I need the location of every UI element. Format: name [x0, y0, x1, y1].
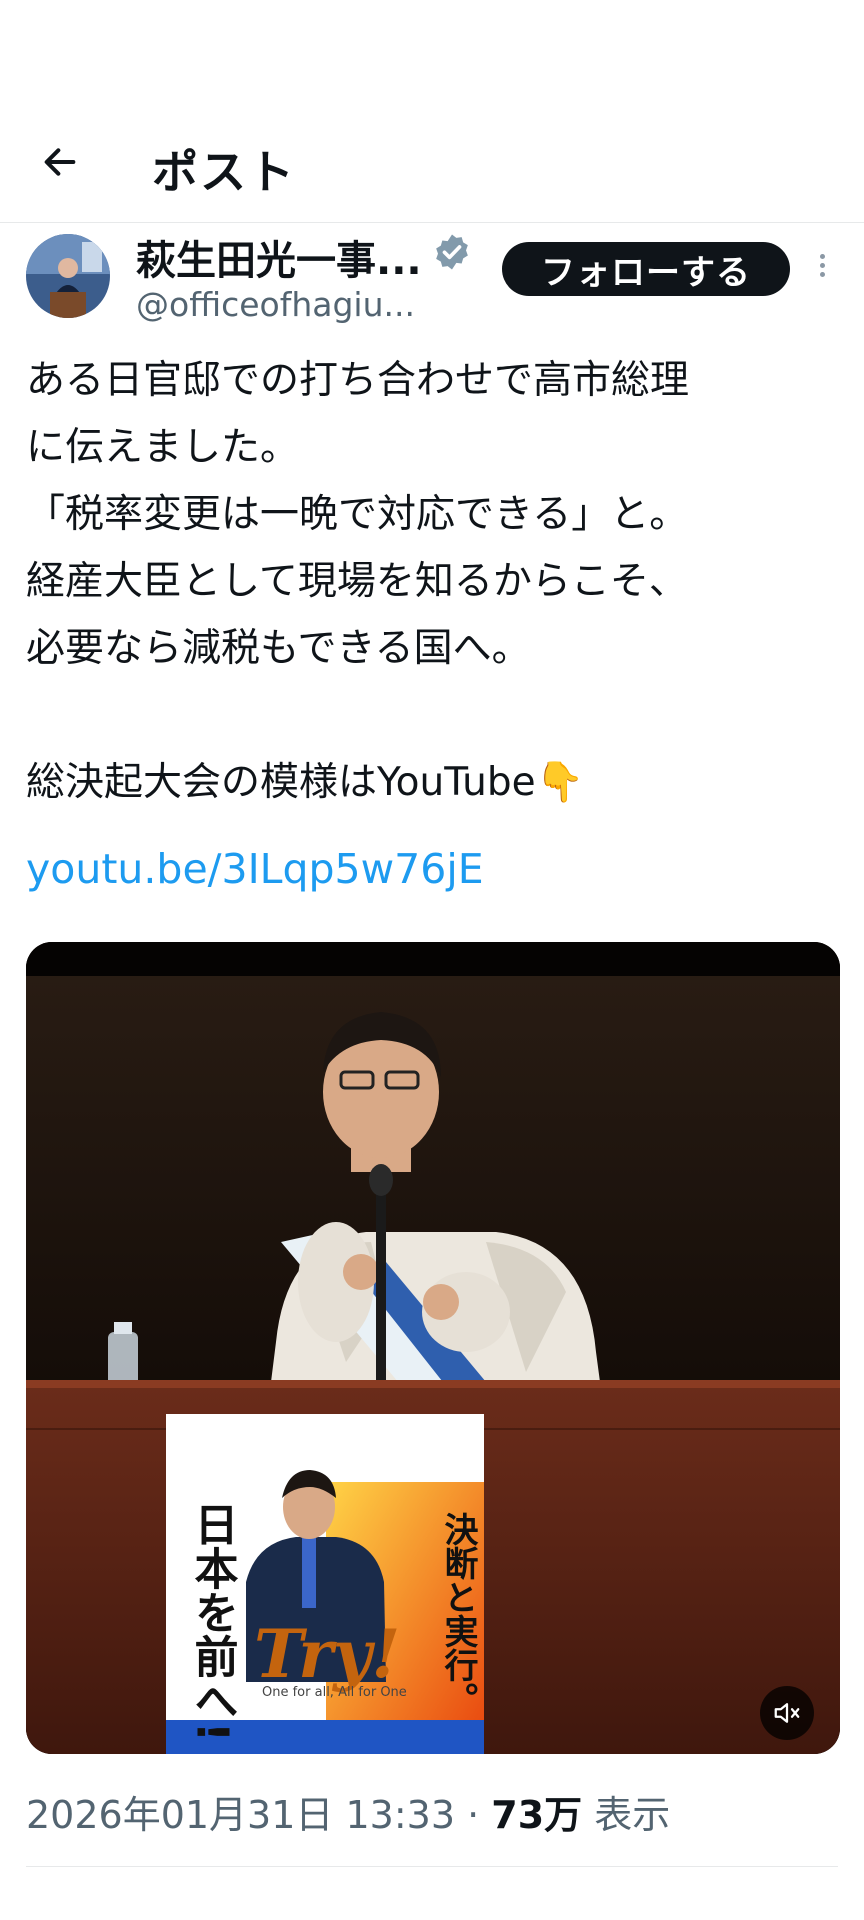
poster-try-text: Try! [254, 1615, 400, 1693]
views-count[interactable]: 73万 [491, 1793, 582, 1837]
post-link[interactable]: youtu.be/3ILqp5w76jE [26, 845, 484, 893]
poster-slogan-left: 日本を前へ! [187, 1502, 239, 1742]
more-vertical-icon [810, 254, 834, 277]
back-button[interactable] [38, 140, 82, 184]
poster-try-sub: One for all, All for One [262, 1685, 407, 1700]
divider [26, 1866, 838, 1867]
meta-separator: · [455, 1793, 492, 1837]
post-text: ある日官邸での打ち合わせで高市総理 に伝えました。 「税率変更は一晩で対応できる… [26, 358, 690, 805]
poster-slogan-right: 決断と実行。 [438, 1512, 478, 1716]
more-options-button[interactable] [810, 250, 834, 290]
post-video[interactable]: 日本を前へ! 決断と実行。 Try! One for all, All for … [26, 942, 840, 1754]
post-timestamp[interactable]: 2026年01月31日 13:33 [26, 1793, 455, 1837]
speaker-muted-icon [774, 1703, 800, 1723]
arrow-left-icon [44, 148, 76, 176]
page-title: ポスト [152, 145, 296, 199]
post-meta: 2026年01月31日 13:33 · 73万 表示 [26, 1784, 670, 1839]
mute-toggle-button[interactable] [760, 1686, 814, 1740]
avatar[interactable] [26, 234, 110, 318]
author-name[interactable]: 萩生田光一事... [136, 228, 422, 286]
verified-badge-icon [436, 234, 468, 270]
author-handle[interactable]: @officeofhagiu... [136, 285, 415, 324]
top-app-bar: ポスト [0, 0, 864, 223]
follow-button[interactable]: フォローする [502, 242, 790, 296]
views-label: 表示 [582, 1793, 671, 1837]
